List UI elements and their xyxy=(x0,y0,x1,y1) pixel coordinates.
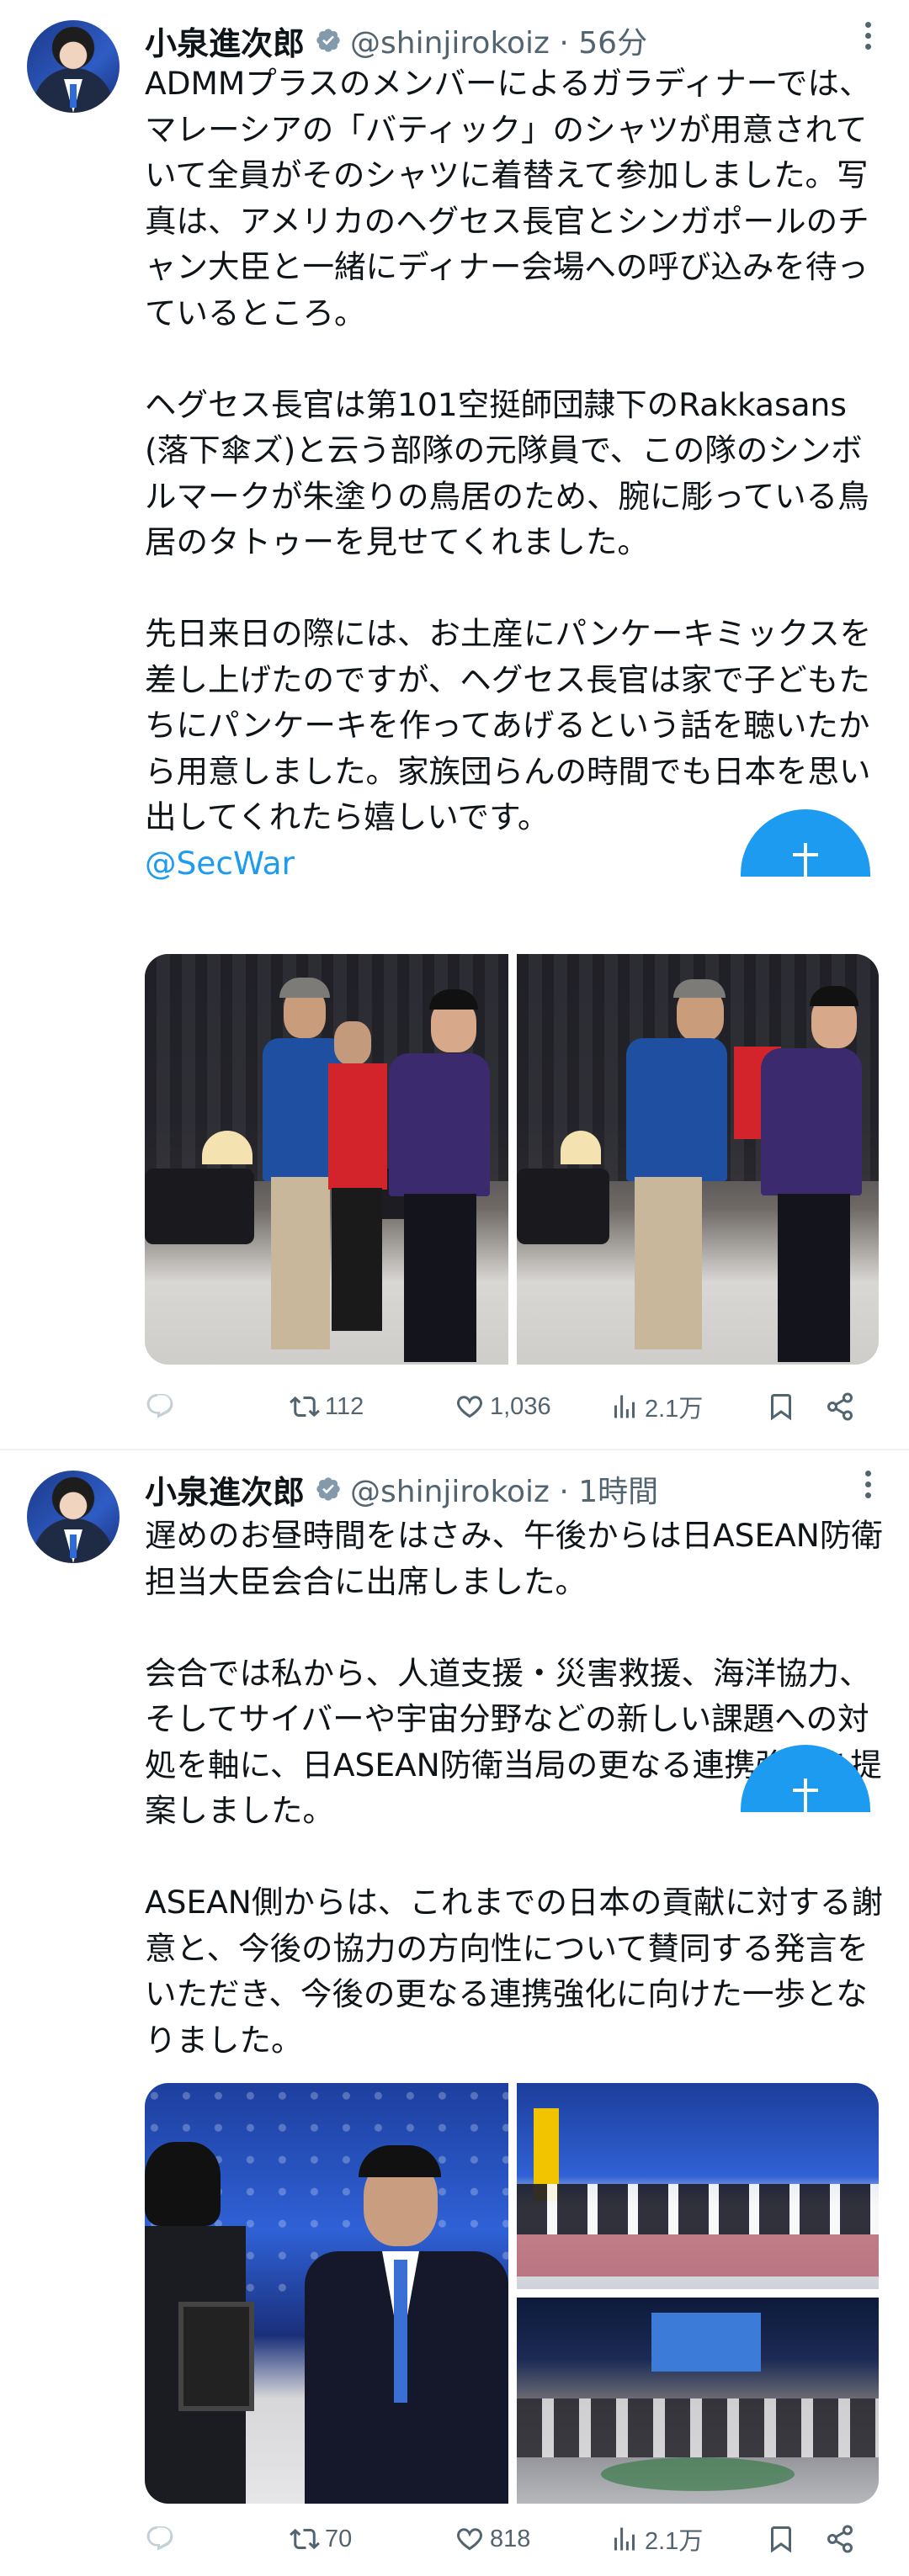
reply-icon xyxy=(146,2526,173,2551)
tweet[interactable]: 小泉進次郎 @shinjirokoiz · 56分 ADMMプラスのメンバーによ… xyxy=(0,0,909,1449)
bookmark-icon xyxy=(771,2526,791,2553)
share-icon xyxy=(827,1392,853,1421)
tweet-header: 小泉進次郎 @shinjirokoiz · 1時間 xyxy=(145,1466,658,1513)
share-button[interactable] xyxy=(825,1381,860,1432)
share-button[interactable] xyxy=(825,2514,860,2564)
reply-button[interactable] xyxy=(145,2514,180,2564)
photo-meeting-3[interactable] xyxy=(517,2298,879,2504)
tweet-actions: 112 1,036 2.1万 xyxy=(145,1381,885,1432)
like-count: 1,036 xyxy=(490,1392,551,1420)
repost-icon xyxy=(290,1396,320,1418)
reply-button[interactable] xyxy=(145,1381,180,1432)
photo-meeting-2[interactable] xyxy=(517,2083,879,2289)
photo-gala-1[interactable] xyxy=(145,954,508,1365)
like-count: 818 xyxy=(490,2525,531,2552)
media-grid[interactable] xyxy=(145,954,879,1365)
views-button[interactable]: 2.1万 xyxy=(609,2514,703,2564)
bookmark-button[interactable] xyxy=(766,2514,801,2564)
avatar[interactable] xyxy=(27,1471,120,1563)
repost-button[interactable]: 70 xyxy=(290,2514,352,2564)
tweet-body: ADMMプラスのメンバーによるガラディナーでは、マレーシアの「バティック」のシャ… xyxy=(145,65,872,835)
repost-icon xyxy=(290,2528,320,2550)
more-dots-icon[interactable] xyxy=(864,1471,872,1504)
tweet-divider xyxy=(0,1449,909,1450)
views-count: 2.1万 xyxy=(645,2528,704,2555)
views-chart-icon xyxy=(614,2527,635,2551)
tweet-header: 小泉進次郎 @shinjirokoiz · 56分 xyxy=(145,17,647,64)
author-name[interactable]: 小泉進次郎 xyxy=(145,18,305,64)
handle-and-time[interactable]: @shinjirokoiz · 56分 xyxy=(350,19,647,62)
more-dots-icon[interactable] xyxy=(864,22,872,56)
author-name[interactable]: 小泉進次郎 xyxy=(145,1466,305,1513)
views-button[interactable]: 2.1万 xyxy=(609,1381,703,1432)
heart-icon xyxy=(457,1396,482,1418)
reply-icon xyxy=(146,1394,173,1418)
mention-link[interactable]: @SecWar xyxy=(145,845,295,882)
tweet[interactable]: 小泉進次郎 @shinjirokoiz · 1時間 遅めのお昼時間をはさみ、午後… xyxy=(0,1452,909,2576)
handle-and-time[interactable]: @shinjirokoiz · 1時間 xyxy=(350,1467,658,1511)
media-grid[interactable] xyxy=(145,2083,879,2504)
share-icon xyxy=(827,2525,853,2553)
views-chart-icon xyxy=(614,1395,635,1418)
photo-gala-2[interactable] xyxy=(517,954,879,1365)
heart-icon xyxy=(457,2528,482,2551)
tweet-actions: 70 818 2.1万 xyxy=(145,2514,885,2564)
repost-button[interactable]: 112 xyxy=(290,1381,364,1432)
verified-badge-icon xyxy=(316,29,340,52)
repost-count: 70 xyxy=(325,2525,353,2552)
like-button[interactable]: 818 xyxy=(454,2514,530,2564)
views-count: 2.1万 xyxy=(645,1396,704,1423)
bookmark-icon xyxy=(771,1394,791,1421)
avatar[interactable] xyxy=(27,20,120,113)
tweet-text: ADMMプラスのメンバーによるガラディナーでは、マレーシアの「バティック」のシャ… xyxy=(145,61,885,886)
repost-count: 112 xyxy=(325,1392,364,1420)
like-button[interactable]: 1,036 xyxy=(454,1381,551,1432)
bookmark-button[interactable] xyxy=(766,1381,801,1432)
photo-meeting-1[interactable] xyxy=(145,2083,508,2504)
verified-badge-icon xyxy=(316,1477,340,1501)
